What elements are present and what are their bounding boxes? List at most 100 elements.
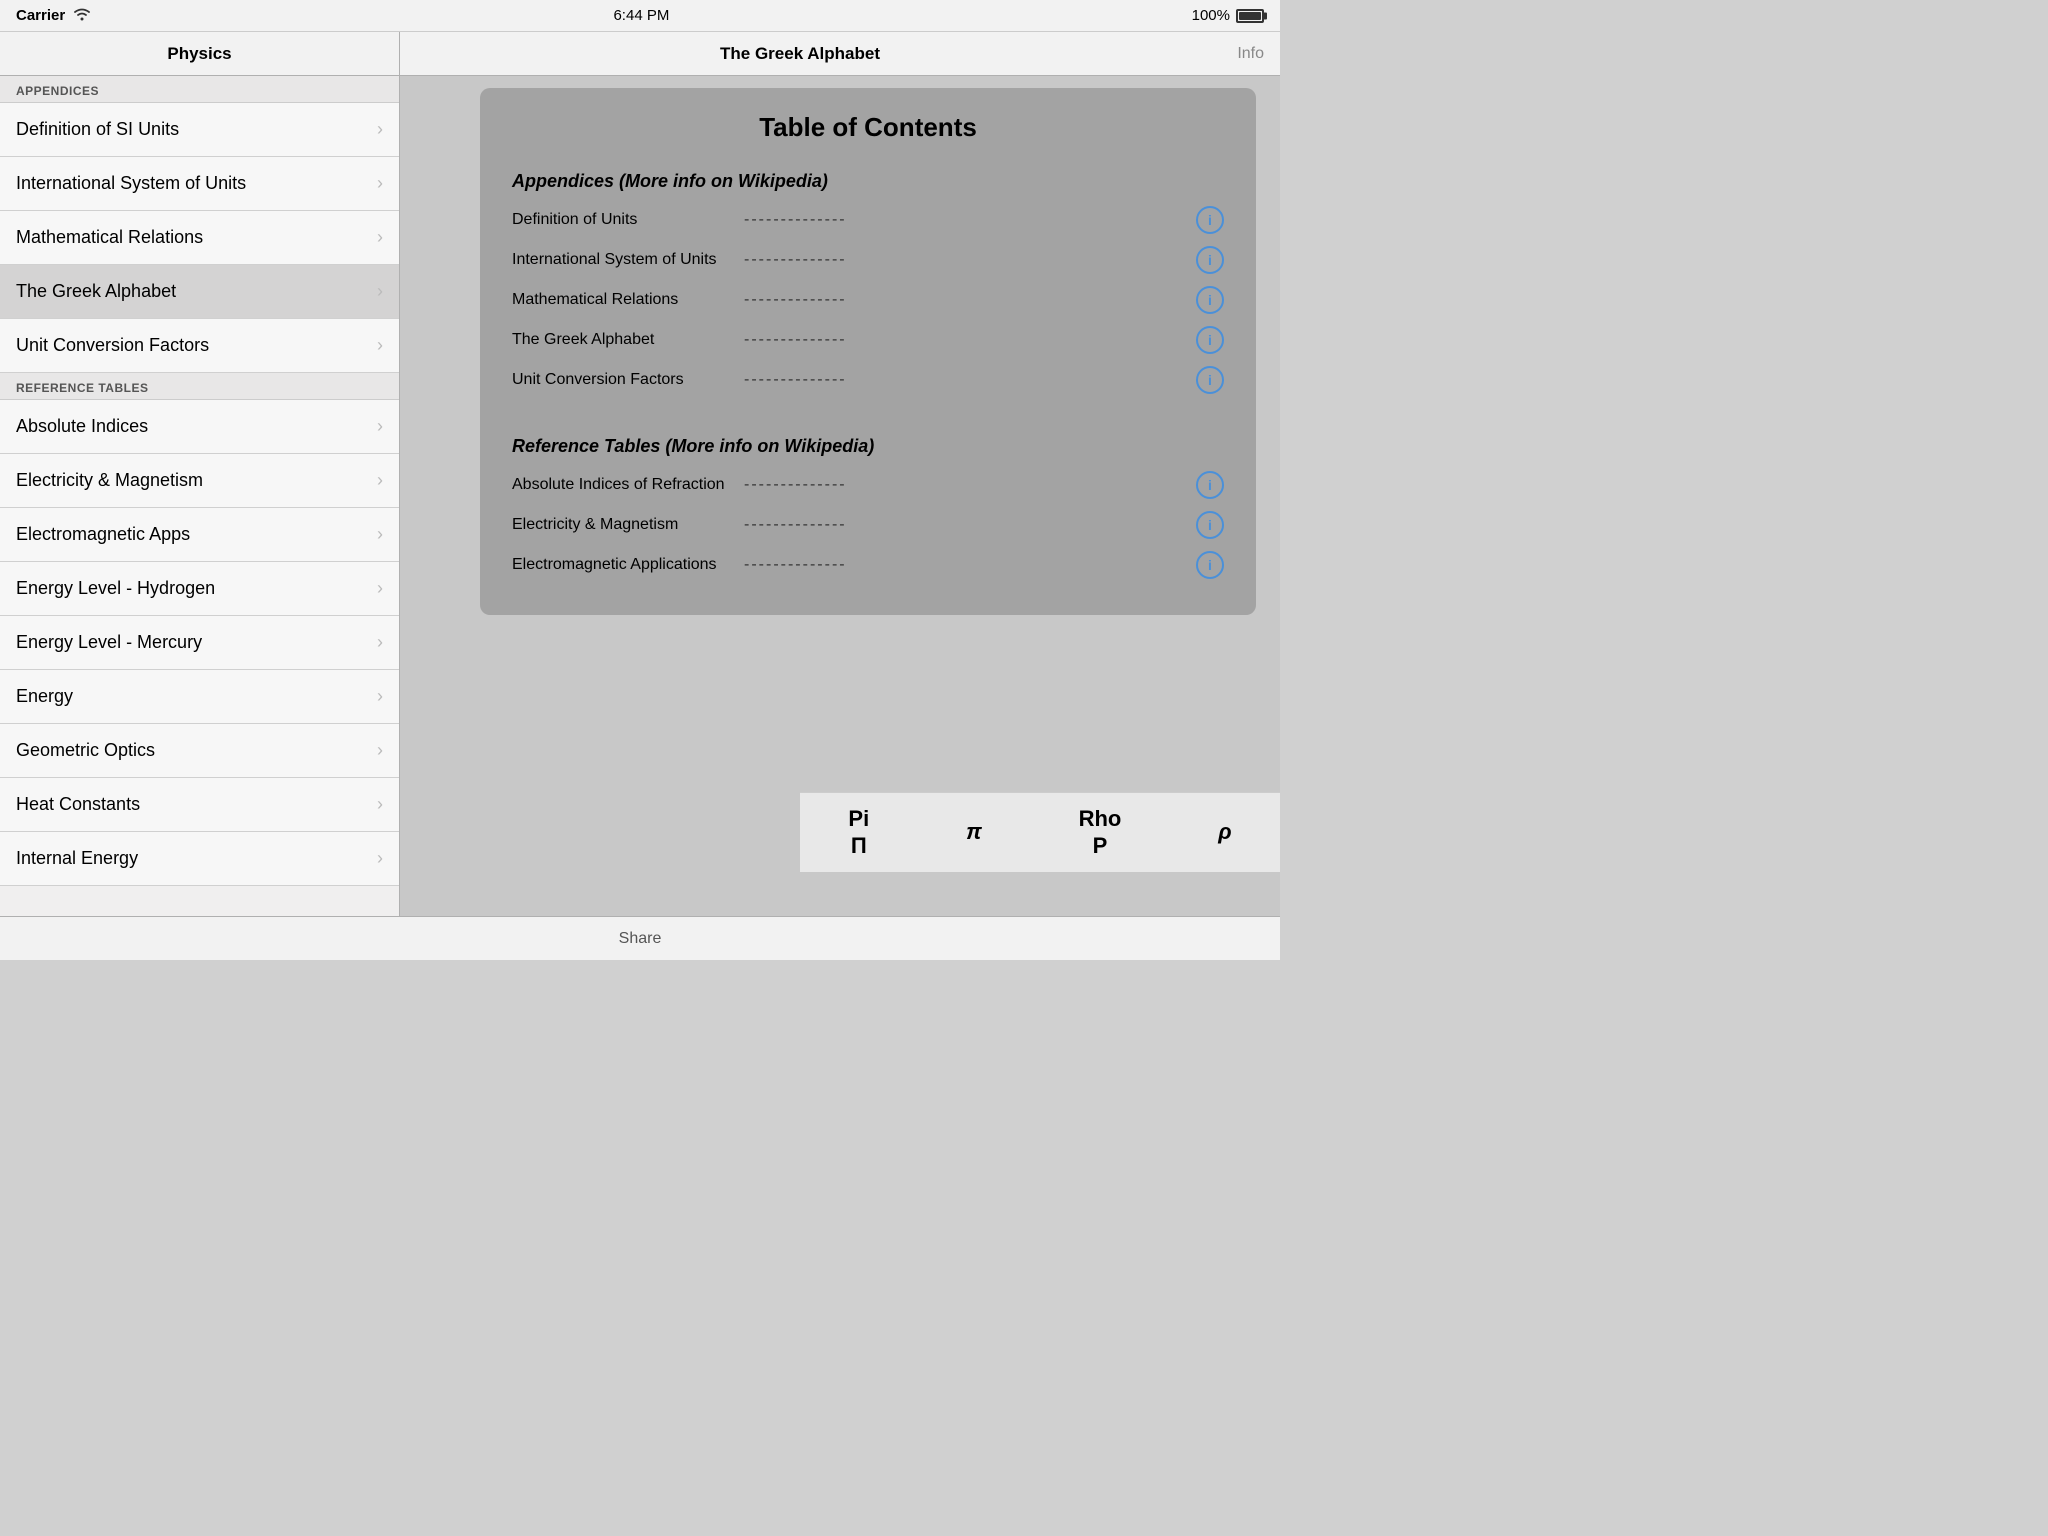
toc-row-dots: --------------: [744, 291, 1184, 309]
toc-row[interactable]: Absolute Indices of Refraction ----------…: [512, 471, 1224, 499]
greek-bottom-preview: Pi Π π Rho P ρ: [800, 792, 1280, 872]
sidebar-item-label: Energy Level - Mercury: [16, 632, 202, 653]
chevron-right-icon: ›: [377, 848, 383, 869]
sidebar-item-internal-energy[interactable]: Internal Energy›: [0, 832, 399, 886]
chevron-right-icon: ›: [377, 578, 383, 599]
sidebar-item-definition-of-si-units[interactable]: Definition of SI Units ›: [0, 103, 399, 157]
toc-row-label: Electricity & Magnetism: [512, 516, 732, 534]
status-right: 100%: [1192, 7, 1264, 24]
nav-bar: Physics The Greek Alphabet Info: [0, 32, 1280, 76]
toc-row-info-icon[interactable]: i: [1196, 511, 1224, 539]
sidebar-item-electromagnetic-apps[interactable]: Electromagnetic Apps ›: [0, 508, 399, 562]
sidebar-item-mathematical-relations[interactable]: Mathematical Relations ›: [0, 211, 399, 265]
toc-row-info-icon[interactable]: i: [1196, 206, 1224, 234]
detail-panel: Table of Contents Appendices (More info …: [400, 76, 1280, 916]
sidebar-item-label: The Greek Alphabet: [16, 281, 176, 302]
status-left: Carrier: [16, 7, 91, 25]
nav-left-panel: Physics: [0, 32, 400, 75]
nav-center-panel: The Greek Alphabet: [400, 44, 1200, 64]
chevron-right-icon: ›: [377, 470, 383, 491]
toc-title: Table of Contents: [512, 112, 1224, 143]
toc-row[interactable]: International System of Units -----------…: [512, 246, 1224, 274]
toc-card: Table of Contents Appendices (More info …: [480, 88, 1256, 615]
sidebar-item-international-system-of-units[interactable]: International System of Units ›: [0, 157, 399, 211]
status-time: 6:44 PM: [613, 7, 669, 24]
sidebar-item-energy[interactable]: Energy ›: [0, 670, 399, 724]
sidebar-item-label: Unit Conversion Factors: [16, 335, 209, 356]
carrier-label: Carrier: [16, 7, 65, 24]
toc-row[interactable]: The Greek Alphabet--------------i: [512, 326, 1224, 354]
sidebar-item-unit-conversion-factors[interactable]: Unit Conversion Factors ›: [0, 319, 399, 373]
chevron-right-icon: ›: [377, 524, 383, 545]
share-button[interactable]: Share: [619, 930, 662, 948]
toc-appendices-heading: Appendices (More info on Wikipedia): [512, 171, 1224, 192]
chevron-right-icon: ›: [377, 794, 383, 815]
chevron-right-icon: ›: [377, 335, 383, 356]
sidebar-item-absolute-indices[interactable]: Absolute Indices›: [0, 400, 399, 454]
sidebar-item-label: Mathematical Relations: [16, 227, 203, 248]
sidebar-item-energy-level-hydrogen[interactable]: Energy Level - Hydrogen›: [0, 562, 399, 616]
sidebar-item-label: Heat Constants: [16, 794, 140, 815]
chevron-right-icon: ›: [377, 227, 383, 248]
sidebar-item-label: International System of Units: [16, 173, 246, 194]
toc-row[interactable]: Unit Conversion Factors--------------i: [512, 366, 1224, 394]
info-button[interactable]: Info: [1237, 45, 1264, 63]
chevron-right-icon: ›: [377, 686, 383, 707]
toc-row-label: Definition of Units: [512, 211, 732, 229]
greek-pi-upper: Π: [851, 833, 867, 859]
share-bar: Share: [0, 916, 1280, 960]
chevron-right-icon: ›: [377, 281, 383, 302]
toc-row[interactable]: Definition of Units--------------i: [512, 206, 1224, 234]
sidebar-item-electricity-magnetism[interactable]: Electricity & Magnetism›: [0, 454, 399, 508]
toc-row-dots: --------------: [744, 371, 1184, 389]
greek-rho-lower-col: ρ: [1218, 819, 1231, 845]
greek-rho-col: Rho P: [1079, 806, 1122, 859]
main-content: APPENDICESDefinition of SI Units›Interna…: [0, 76, 1280, 916]
toc-row-dots: --------------: [744, 556, 1184, 574]
battery-icon: [1236, 9, 1264, 23]
greek-rho-lower: ρ: [1218, 819, 1231, 845]
greek-rho-name: Rho: [1079, 806, 1122, 832]
app-title: Physics: [167, 44, 231, 64]
toc-row-label: Mathematical Relations: [512, 291, 732, 309]
toc-row-info-icon[interactable]: i: [1196, 471, 1224, 499]
toc-row-dots: --------------: [744, 251, 1184, 269]
sidebar-item-label: Electromagnetic Apps: [16, 524, 190, 545]
toc-row-info-icon[interactable]: i: [1196, 286, 1224, 314]
status-bar: Carrier 6:44 PM 100%: [0, 0, 1280, 32]
toc-row-info-icon[interactable]: i: [1196, 551, 1224, 579]
toc-row-dots: --------------: [744, 516, 1184, 534]
greek-pi-lower-col: π: [966, 819, 982, 845]
toc-row-label: Absolute Indices of Refraction: [512, 476, 732, 494]
sidebar-item-energy-level-mercury[interactable]: Energy Level - Mercury ›: [0, 616, 399, 670]
sidebar-section-header-0: APPENDICES: [0, 76, 399, 103]
toc-appendices-rows: Definition of Units--------------iIntern…: [512, 206, 1224, 394]
toc-row-dots: --------------: [744, 331, 1184, 349]
toc-row-dots: --------------: [744, 476, 1184, 494]
sidebar-item-heat-constants[interactable]: Heat Constants ›: [0, 778, 399, 832]
sidebar: APPENDICESDefinition of SI Units›Interna…: [0, 76, 400, 916]
toc-row[interactable]: Mathematical Relations -------------- i: [512, 286, 1224, 314]
toc-row-label: Electromagnetic Applications: [512, 556, 732, 574]
toc-row-info-icon[interactable]: i: [1196, 326, 1224, 354]
sidebar-item-the-greek-alphabet[interactable]: The Greek Alphabet ›: [0, 265, 399, 319]
greek-pi-lower: π: [966, 819, 982, 845]
greek-pi-name: Pi: [848, 806, 869, 832]
chevron-right-icon: ›: [377, 632, 383, 653]
page-title: The Greek Alphabet: [720, 44, 880, 64]
toc-row-info-icon[interactable]: i: [1196, 246, 1224, 274]
toc-row-label: International System of Units: [512, 251, 732, 269]
sidebar-item-label: Definition of SI Units: [16, 119, 179, 140]
chevron-right-icon: ›: [377, 119, 383, 140]
chevron-right-icon: ›: [377, 740, 383, 761]
battery-percent: 100%: [1192, 7, 1230, 24]
toc-row[interactable]: Electromagnetic Applications ------------…: [512, 551, 1224, 579]
toc-row[interactable]: Electricity & Magnetism -------------- i: [512, 511, 1224, 539]
sidebar-section-header-1: REFERENCE TABLES: [0, 373, 399, 400]
chevron-right-icon: ›: [377, 173, 383, 194]
sidebar-item-label: Absolute Indices: [16, 416, 148, 437]
toc-row-info-icon[interactable]: i: [1196, 366, 1224, 394]
toc-reference-rows: Absolute Indices of Refraction ----------…: [512, 471, 1224, 579]
sidebar-item-geometric-optics[interactable]: Geometric Optics›: [0, 724, 399, 778]
sidebar-item-label: Energy: [16, 686, 73, 707]
